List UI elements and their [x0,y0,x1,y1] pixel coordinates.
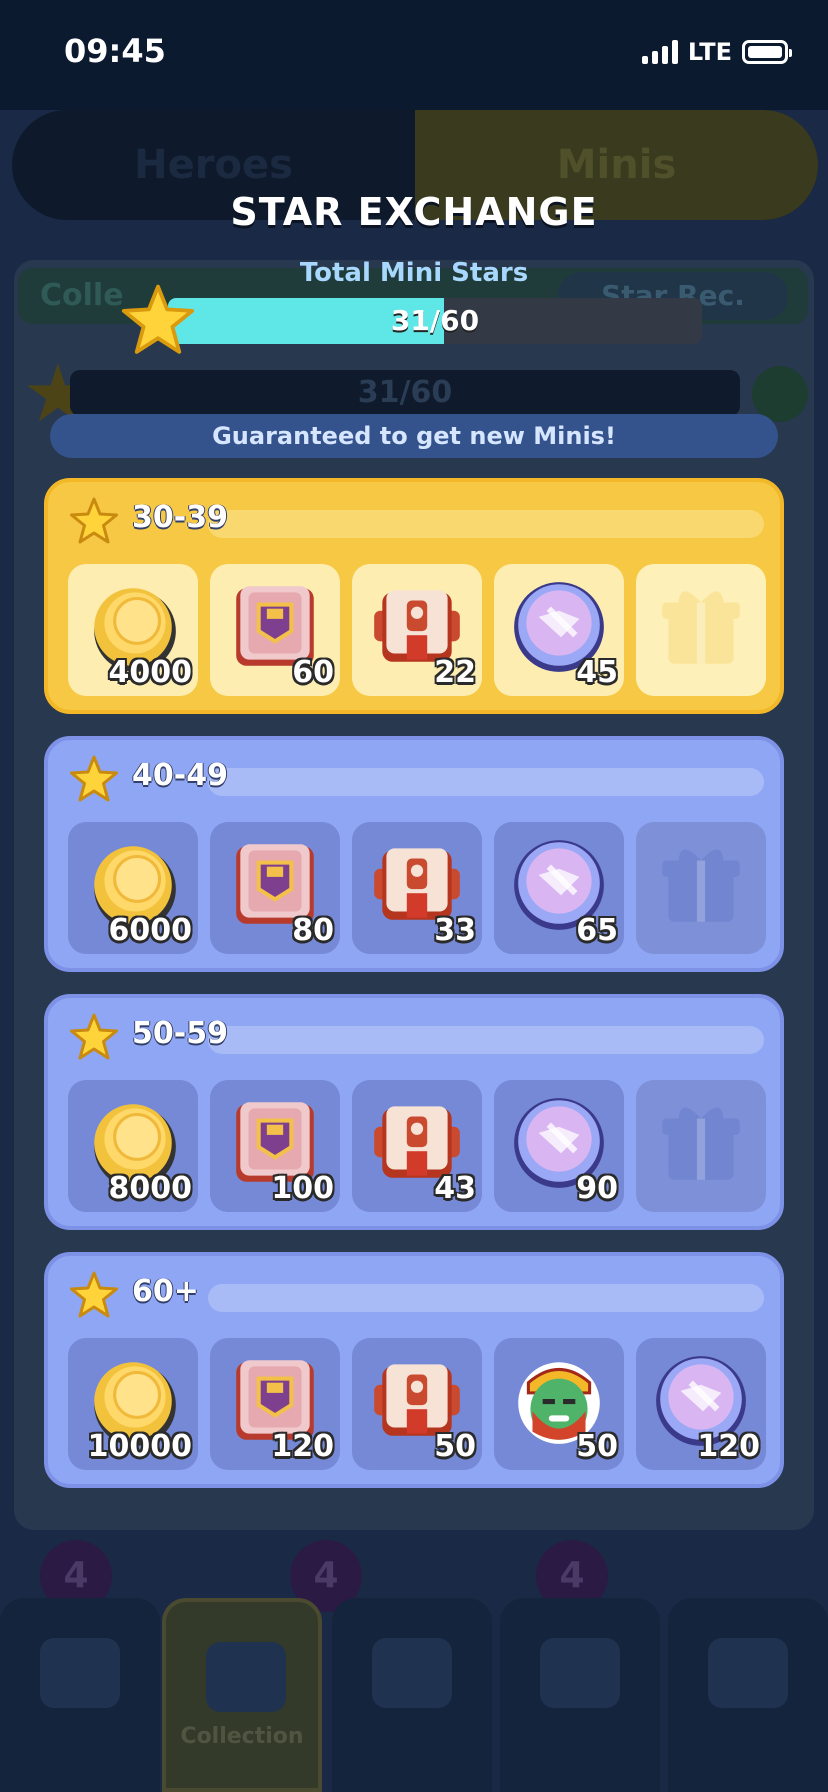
star-icon [70,755,118,802]
reward-slot[interactable] [636,1080,766,1212]
status-bar: 09:45 LTE [0,0,828,110]
reward-tier: 60+ 10000 120 50 50 120 [44,1252,784,1488]
reward-tier: 30-39 4000 60 22 45 [44,478,784,714]
stars-progress-bar: 31/60 [168,298,702,344]
reward-slot[interactable]: 100 [210,1080,340,1212]
reward-count: 43 [434,1171,476,1206]
reward-count: 90 [576,1171,618,1206]
battery-icon [742,40,792,64]
nav-leaderboard[interactable] [500,1598,660,1792]
tier-range-label: 50-59 [132,1016,228,1051]
nav-map[interactable] [0,1598,160,1792]
reward-slot[interactable] [636,822,766,954]
reward-count: 65 [576,913,618,948]
podium-icon [540,1638,620,1708]
reward-count: 10000 [87,1429,192,1464]
bottom-nav: Collection [0,1598,828,1792]
star-icon [70,497,118,544]
tier-bar [208,768,764,796]
reward-slot[interactable] [636,564,766,696]
nav-collection-label: Collection [180,1724,304,1749]
status-time: 09:45 [64,32,166,70]
shield-icon [708,1638,788,1708]
modal-title: STAR EXCHANGE [230,190,598,234]
gift-placeholder-icon [650,1090,752,1192]
reward-count: 120 [271,1429,334,1464]
reward-count: 100 [271,1171,334,1206]
tier-bar [208,1026,764,1054]
reward-count: 80 [292,913,334,948]
tier-bar [208,1284,764,1312]
reward-count: 8000 [108,1171,193,1206]
reward-row: 8000 100 43 90 [68,1080,768,1212]
reward-slot[interactable]: 43 [352,1080,482,1212]
reward-slot[interactable]: 50 [352,1338,482,1470]
tier-header: 50-59 [68,1012,768,1060]
reward-row: 4000 60 22 45 [68,564,768,696]
reward-slot[interactable]: 33 [352,822,482,954]
reward-slot[interactable]: 90 [494,1080,624,1212]
reward-slot[interactable]: 80 [210,822,340,954]
reward-row: 10000 120 50 50 120 [68,1338,768,1470]
background-progress-bar: 31/60 [70,370,740,416]
reward-slot[interactable]: 65 [494,822,624,954]
reward-slot[interactable]: 50 [494,1338,624,1470]
tier-range-label: 30-39 [132,500,228,535]
star-icon [121,284,195,354]
map-icon [40,1638,120,1708]
reward-slot[interactable]: 22 [352,564,482,696]
gift-placeholder-icon [650,832,752,934]
reward-slot[interactable]: 45 [494,564,624,696]
star-icon [70,1271,118,1318]
reward-count: 33 [434,913,476,948]
reward-slot[interactable]: 8000 [68,1080,198,1212]
reward-count: 22 [434,655,476,690]
reward-row: 6000 80 33 65 [68,822,768,954]
swords-icon [372,1638,452,1708]
reward-slot[interactable]: 120 [210,1338,340,1470]
reward-count: 120 [697,1429,760,1464]
reward-slot[interactable]: 10000 [68,1338,198,1470]
collection-icon [206,1642,286,1712]
reward-slot[interactable]: 6000 [68,822,198,954]
gift-placeholder-icon [650,574,752,676]
guarantee-banner: Guaranteed to get new Minis! [50,414,778,458]
reward-count: 6000 [108,913,193,948]
reward-count: 60 [292,655,334,690]
stars-progress-text: 31/60 [390,304,480,337]
star-icon [70,1013,118,1060]
reward-slot[interactable]: 4000 [68,564,198,696]
status-indicators: LTE [641,38,792,66]
reward-count: 50 [576,1429,618,1464]
nav-battle[interactable] [332,1598,492,1792]
reward-tier: 50-59 8000 100 43 90 [44,994,784,1230]
reward-slot[interactable]: 60 [210,564,340,696]
reward-slot[interactable]: 120 [636,1338,766,1470]
nav-collection[interactable]: Collection [162,1598,322,1792]
tier-header: 30-39 [68,496,768,544]
tier-bar [208,510,764,538]
tier-header: 60+ [68,1270,768,1318]
network-label: LTE [687,38,732,66]
signal-icon [641,40,678,64]
tier-header: 40-49 [68,754,768,802]
reward-count: 45 [576,655,618,690]
tier-range-label: 60+ [132,1274,199,1309]
nav-clan[interactable] [668,1598,828,1792]
tier-range-label: 40-49 [132,758,228,793]
reward-count: 4000 [108,655,193,690]
reward-tier: 40-49 6000 80 33 65 [44,736,784,972]
reward-count: 50 [434,1429,476,1464]
